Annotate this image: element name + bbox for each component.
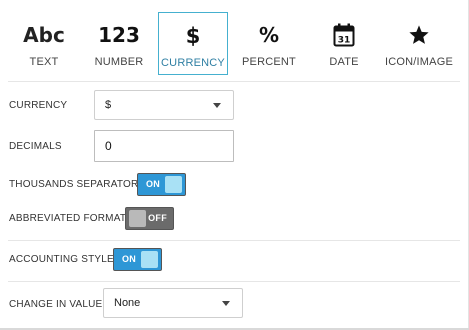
chevron-down-icon [213, 103, 221, 108]
divider [8, 240, 460, 241]
abbreviated-format-toggle[interactable]: OFF [125, 207, 174, 230]
tab-icon-image[interactable]: ICON/IMAGE [378, 12, 460, 75]
number-format-icon: 123 [98, 23, 140, 47]
chevron-down-icon [222, 301, 230, 306]
change-in-value-select[interactable]: None [103, 288, 243, 318]
thousands-separator-label: THOUSANDS SEPARATOR [9, 179, 139, 190]
format-panel: Abc TEXT 123 NUMBER $ CURRENCY % PERCENT… [0, 0, 469, 330]
change-in-value-select-value: None [114, 297, 141, 309]
star-icon [408, 16, 430, 54]
divider [8, 81, 460, 82]
tab-label: ICON/IMAGE [384, 56, 453, 68]
currency-select-value: $ [105, 99, 112, 111]
change-in-value-label: CHANGE IN VALUE [9, 299, 103, 310]
accounting-style-toggle[interactable]: ON [113, 248, 162, 271]
toggle-state-text: ON [146, 179, 161, 189]
toggle-knob [129, 210, 146, 227]
toggle-state-text: ON [122, 254, 137, 264]
tab-text[interactable]: Abc TEXT [8, 12, 80, 75]
tab-label: CURRENCY [161, 57, 225, 69]
tab-label: DATE [329, 56, 359, 68]
tab-label: TEXT [29, 56, 59, 68]
divider [8, 281, 460, 282]
currency-select[interactable]: $ [94, 90, 234, 120]
toggle-state-text: OFF [148, 213, 167, 223]
text-format-icon: Abc [23, 23, 65, 47]
toggle-knob [165, 176, 182, 193]
tab-label: NUMBER [94, 56, 144, 68]
currency-format-icon: $ [185, 24, 201, 48]
decimals-input[interactable] [94, 130, 234, 162]
tab-label: PERCENT [242, 56, 296, 68]
abbreviated-format-label: ABBREVIATED FORMAT [9, 213, 127, 224]
tab-date[interactable]: 31 DATE [310, 12, 378, 75]
thousands-separator-toggle[interactable]: ON [137, 173, 186, 196]
currency-label: CURRENCY [9, 100, 68, 111]
tab-percent[interactable]: % PERCENT [228, 12, 310, 75]
tab-number[interactable]: 123 NUMBER [80, 12, 158, 75]
tab-currency[interactable]: $ CURRENCY [158, 12, 228, 75]
calendar-icon: 31 [333, 16, 355, 54]
percent-format-icon: % [258, 23, 280, 47]
accounting-style-label: ACCOUNTING STYLE [9, 254, 114, 265]
format-type-tabs: Abc TEXT 123 NUMBER $ CURRENCY % PERCENT… [8, 12, 460, 75]
decimals-label: DECIMALS [9, 141, 62, 152]
toggle-knob [141, 251, 158, 268]
calendar-day-text: 31 [338, 36, 351, 46]
